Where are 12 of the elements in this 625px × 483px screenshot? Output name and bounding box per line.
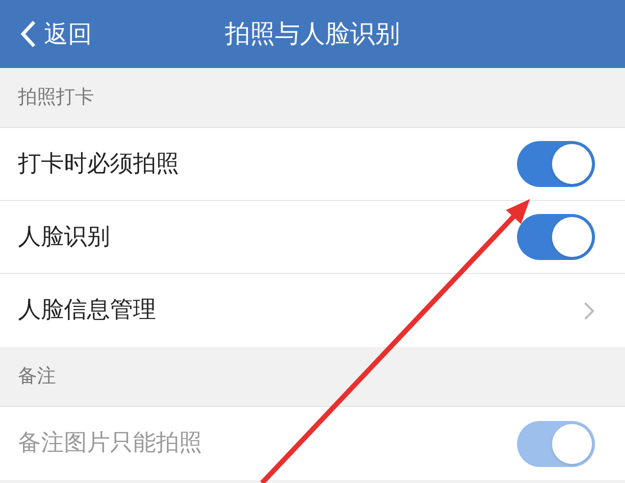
setting-label: 打卡时必须拍照 <box>18 150 179 179</box>
toggle-switch[interactable] <box>517 214 595 260</box>
toggle-switch[interactable] <box>517 141 595 187</box>
back-button[interactable]: 返回 <box>0 16 92 52</box>
page-title: 拍照与人脸识别 <box>225 18 400 50</box>
chevron-right-icon <box>583 300 595 320</box>
setting-label: 备注图片只能拍照 <box>18 429 202 458</box>
back-icon <box>20 20 36 48</box>
setting-label: 人脸信息管理 <box>18 296 156 326</box>
section-header: 备注 <box>18 364 56 390</box>
setting-label: 人脸识别 <box>18 222 110 252</box>
section-header: 拍照打卡 <box>18 85 94 110</box>
